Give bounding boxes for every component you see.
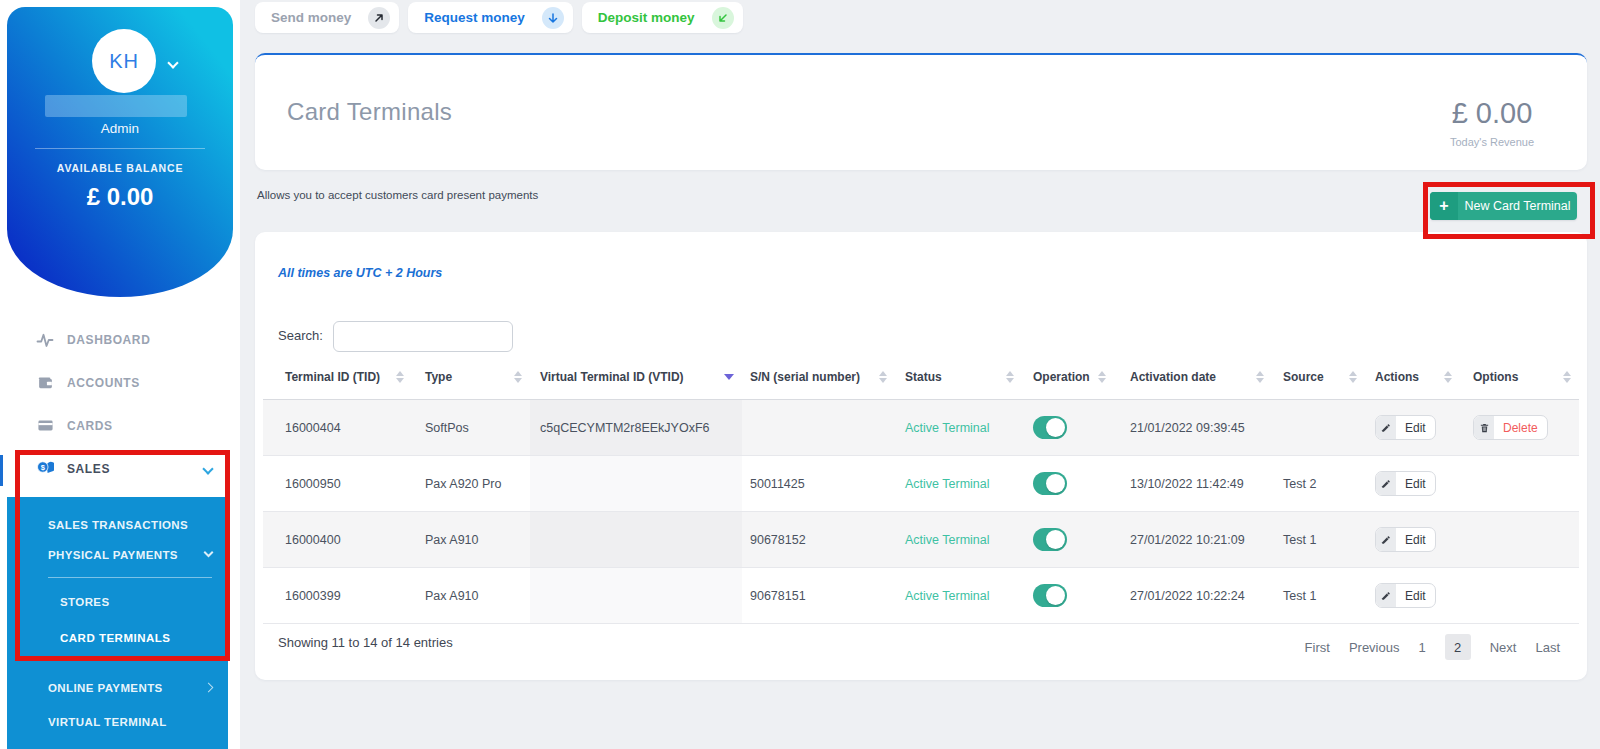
arrow-down-icon [542,7,564,29]
table-row: 16000399 Pax A910 90678151 Active Termin… [263,568,1579,624]
sort-icon [1444,371,1452,383]
terminals-table-card: All times are UTC + 2 Hours Search: Term… [255,232,1587,680]
pencil-icon [1376,584,1396,607]
deposit-money-button[interactable]: Deposit money [582,2,743,33]
user-name-redacted [45,95,187,117]
pagination-previous[interactable]: Previous [1349,640,1400,655]
operation-toggle[interactable] [1033,472,1067,495]
todays-revenue: £ 0.00 Today's Revenue [1427,97,1557,148]
annotation-rectangle-new-terminal [1423,182,1595,239]
send-money-button[interactable]: Send money [255,2,399,33]
arrow-down-left-icon [712,7,734,29]
status-active: Active Terminal [895,400,1022,455]
table-header-row: Terminal ID (TID) Type Virtual Terminal … [263,355,1579,400]
user-role: Admin [7,121,233,136]
sidebar-item-online-payments[interactable]: ONLINE PAYMENTS [7,680,228,696]
column-header-options[interactable]: Options [1460,355,1579,399]
request-money-button[interactable]: Request money [408,2,573,33]
sidebar: KH Admin AVAILABLE BALANCE £ 0.00 DASHBO… [0,0,240,749]
table-summary: Showing 11 to 14 of 14 entries [278,635,453,650]
delete-button[interactable]: Delete [1473,415,1548,440]
search-label: Search: [278,328,323,343]
activity-icon [36,331,54,349]
page-header-card: Card Terminals £ 0.00 Today's Revenue [255,53,1587,170]
revenue-label: Today's Revenue [1427,136,1557,148]
pagination-first[interactable]: First [1305,640,1330,655]
column-header-type[interactable]: Type [412,355,530,399]
wallet-icon [36,374,54,392]
sidebar-item-dashboard[interactable]: DASHBOARD [0,318,240,361]
arrow-up-right-icon [368,7,390,29]
sort-desc-icon [724,374,734,380]
operation-toggle[interactable] [1033,528,1067,551]
column-header-activation-date[interactable]: Activation date [1110,355,1272,399]
column-header-tid[interactable]: Terminal ID (TID) [263,355,412,399]
column-header-source[interactable]: Source [1272,355,1365,399]
pagination-page-2[interactable]: 2 [1445,634,1471,660]
balance-value: £ 0.00 [7,183,233,211]
annotation-rectangle-sales [15,450,230,661]
pencil-icon [1376,472,1396,495]
operation-toggle[interactable] [1033,416,1067,439]
divider [35,148,205,149]
column-header-vtid[interactable]: Virtual Terminal ID (VTID) [530,355,742,399]
balance-label: AVAILABLE BALANCE [7,162,233,174]
column-header-status[interactable]: Status [895,355,1022,399]
sidebar-item-cards[interactable]: CARDS [0,404,240,447]
search-input[interactable] [333,321,513,352]
sort-icon [1349,371,1357,383]
sort-icon [1006,371,1014,383]
sidebar-item-accounts[interactable]: ACCOUNTS [0,361,240,404]
edit-button[interactable]: Edit [1375,415,1436,440]
chevron-right-icon [204,683,214,693]
column-header-operation[interactable]: Operation [1022,355,1110,399]
sort-icon [396,371,404,383]
edit-button[interactable]: Edit [1375,471,1436,496]
edit-button[interactable]: Edit [1375,583,1436,608]
avatar[interactable]: KH [92,29,156,93]
terminals-table: Terminal ID (TID) Type Virtual Terminal … [263,355,1579,624]
main-content: Send money Request money Deposit money C… [240,0,1600,749]
edit-button[interactable]: Edit [1375,527,1436,552]
sort-icon [1563,371,1571,383]
status-active: Active Terminal [895,456,1022,511]
table-row: 16000400 Pax A910 90678152 Active Termin… [263,512,1579,568]
revenue-amount: £ 0.00 [1427,97,1557,129]
sort-icon [1098,371,1106,383]
pencil-icon [1376,416,1396,439]
table-row: 16000950 Pax A920 Pro 50011425 Active Te… [263,456,1579,512]
profile-chevron-down-icon[interactable] [169,53,181,65]
column-header-actions[interactable]: Actions [1365,355,1460,399]
trash-icon [1474,416,1494,439]
status-active: Active Terminal [895,512,1022,567]
sort-icon [514,371,522,383]
sort-icon [1256,371,1264,383]
table-row: 16000404 SoftPos c5qCECYMTM2r8EEkJYOxF6 … [263,400,1579,456]
credit-card-icon [36,417,54,435]
pencil-icon [1376,528,1396,551]
page-description: Allows you to accept customers card pres… [257,189,538,201]
pagination: First Previous 1 2 Next Last [1305,634,1560,660]
page: KH Admin AVAILABLE BALANCE £ 0.00 DASHBO… [0,0,1600,749]
sidebar-item-virtual-terminal[interactable]: VIRTUAL TERMINAL [7,714,228,730]
status-active: Active Terminal [895,568,1022,623]
pagination-page-1[interactable]: 1 [1418,640,1425,655]
page-title: Card Terminals [287,55,452,169]
pagination-next[interactable]: Next [1490,640,1517,655]
active-menu-indicator [0,455,3,486]
sort-icon [879,371,887,383]
operation-toggle[interactable] [1033,584,1067,607]
sidebar-profile-panel: KH Admin AVAILABLE BALANCE £ 0.00 [7,7,233,297]
pagination-last[interactable]: Last [1535,640,1560,655]
utc-note: All times are UTC + 2 Hours [278,266,442,280]
quick-actions: Send money Request money Deposit money [255,2,743,33]
column-header-sn[interactable]: S/N (serial number) [742,355,895,399]
